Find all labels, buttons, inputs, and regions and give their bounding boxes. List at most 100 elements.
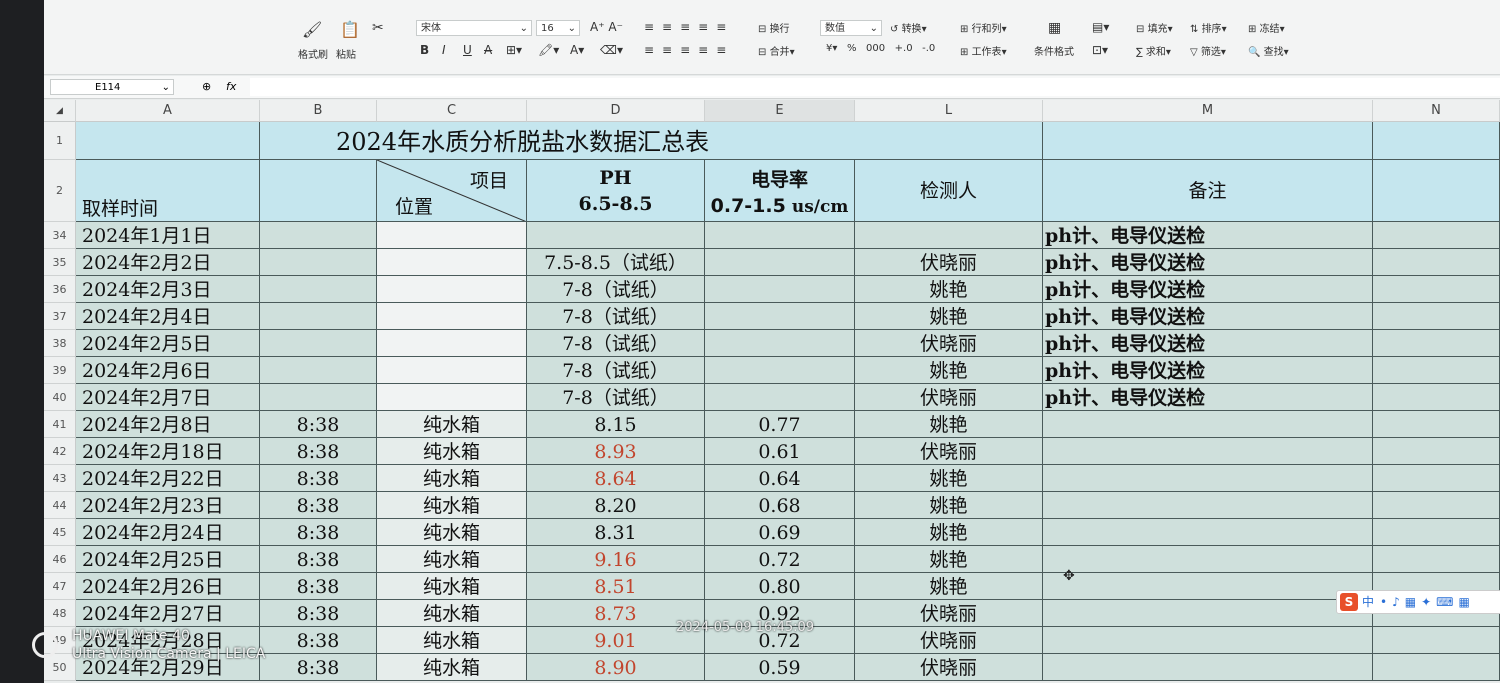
cell-time[interactable]: 8:38 (260, 519, 377, 546)
column-header-n[interactable]: N (1373, 100, 1500, 122)
cell-loc[interactable] (377, 222, 527, 249)
cell-loc[interactable]: 纯水箱 (377, 411, 527, 438)
cell-cond[interactable]: 0.61 (705, 438, 855, 465)
cond-format-icon[interactable]: ▦ (1048, 20, 1061, 36)
row-header[interactable]: 35 (44, 249, 76, 276)
cell-date[interactable]: 2024年2月6日 (76, 357, 260, 384)
cell-loc[interactable] (377, 276, 527, 303)
cell-ph[interactable]: 7-8（试纸） (527, 330, 705, 357)
row-header[interactable]: 37 (44, 303, 76, 330)
cell-ph[interactable] (527, 222, 705, 249)
filter-button[interactable]: ▽ 筛选▾ (1190, 43, 1226, 58)
row-header[interactable]: 41 (44, 411, 76, 438)
cell-loc[interactable]: 纯水箱 (377, 546, 527, 573)
font-name-select[interactable]: 宋体 ⌄ (416, 20, 532, 36)
merge-button[interactable]: ⊟ 合并▾ (758, 43, 795, 58)
column-header-b[interactable]: B (260, 100, 377, 122)
cell-remark[interactable]: ph计、电导仪送检 (1043, 222, 1373, 249)
cell-loc[interactable]: 纯水箱 (377, 573, 527, 600)
row-header[interactable]: 42 (44, 438, 76, 465)
cell-ph[interactable]: 7-8（试纸） (527, 303, 705, 330)
clear-format-icon[interactable]: ⌫▾ (600, 43, 623, 57)
header-sample-time[interactable]: 取样时间 (76, 160, 260, 222)
cell-person[interactable]: 伏晓丽 (855, 249, 1043, 276)
cell-person[interactable]: 伏晓丽 (855, 600, 1043, 627)
cell-remark[interactable] (1043, 438, 1373, 465)
cell-date[interactable]: 2024年2月7日 (76, 384, 260, 411)
cell-ph[interactable]: 9.16 (527, 546, 705, 573)
cell-date[interactable]: 2024年2月25日 (76, 546, 260, 573)
vertical-align-icons[interactable]: ≡≡≡≡≡ (644, 20, 734, 34)
column-header-m[interactable]: M (1043, 100, 1373, 122)
column-header-c[interactable]: C (377, 100, 527, 122)
border-icon[interactable]: ⊞▾ (506, 43, 522, 57)
cell-empty[interactable] (1373, 249, 1500, 276)
cell-empty[interactable] (1373, 357, 1500, 384)
cell-ph[interactable]: 8.64 (527, 465, 705, 492)
cell-ph[interactable]: 8.20 (527, 492, 705, 519)
cell-ph[interactable]: 8.51 (527, 573, 705, 600)
cell-time[interactable] (260, 222, 377, 249)
cut-icon[interactable]: ✂ (372, 20, 384, 36)
cell-ph[interactable]: 8.93 (527, 438, 705, 465)
column-header-l[interactable]: L (855, 100, 1043, 122)
font-grow-icon[interactable]: A⁺ A⁻ (590, 20, 623, 34)
cell-empty[interactable] (1373, 519, 1500, 546)
cell-person[interactable]: 伏晓丽 (855, 438, 1043, 465)
cell-empty[interactable] (1373, 627, 1500, 654)
cell-cond[interactable]: 0.64 (705, 465, 855, 492)
cell-empty[interactable] (1373, 654, 1500, 681)
convert-button[interactable]: ↺ 转换▾ (890, 20, 927, 35)
cell-time[interactable] (260, 249, 377, 276)
cell-remark[interactable] (1043, 573, 1373, 600)
underline-icon[interactable]: U (463, 43, 472, 57)
rows-cols-button[interactable]: ⊞ 行和列▾ (960, 20, 1007, 35)
cell-date[interactable]: 2024年2月3日 (76, 276, 260, 303)
cell-loc[interactable] (377, 303, 527, 330)
number-symbols[interactable]: ¥▾ % 000 +.0 -.0 (826, 43, 935, 54)
cell-person[interactable]: 姚艳 (855, 519, 1043, 546)
cell-loc[interactable]: 纯水箱 (377, 654, 527, 681)
horizontal-align-icons[interactable]: ≡≡≡≡≡ (644, 43, 734, 57)
row-header[interactable]: 34 (44, 222, 76, 249)
cell-loc[interactable]: 纯水箱 (377, 465, 527, 492)
cell-cond[interactable] (705, 330, 855, 357)
fx-icon[interactable]: fx (226, 80, 236, 93)
row-header[interactable]: 44 (44, 492, 76, 519)
cell-remark[interactable]: ph计、电导仪送检 (1043, 249, 1373, 276)
cell-person[interactable]: 姚艳 (855, 465, 1043, 492)
cell-person[interactable]: 姚艳 (855, 546, 1043, 573)
cell-n2[interactable] (1373, 160, 1500, 222)
cell-date[interactable]: 2024年2月23日 (76, 492, 260, 519)
cell-cond[interactable] (705, 276, 855, 303)
header-item-location[interactable]: 项目 位置 (377, 160, 527, 222)
cell-cond[interactable]: 0.68 (705, 492, 855, 519)
header-inspector[interactable]: 检测人 (855, 160, 1043, 222)
cell-empty[interactable] (1373, 438, 1500, 465)
cell-remark[interactable] (1043, 411, 1373, 438)
cell-remark[interactable] (1043, 492, 1373, 519)
cell-loc[interactable]: 纯水箱 (377, 519, 527, 546)
row-header[interactable]: 36 (44, 276, 76, 303)
freeze-button[interactable]: ⊞ 冻结▾ (1248, 20, 1285, 35)
font-size-select[interactable]: 16 ⌄ (536, 20, 580, 36)
ime-toolbar[interactable]: S 中 •♪▦✦⌨▦ (1336, 590, 1500, 614)
cell-cond[interactable]: 0.80 (705, 573, 855, 600)
cell-time[interactable]: 8:38 (260, 600, 377, 627)
cell-loc[interactable]: 纯水箱 (377, 438, 527, 465)
cell-person[interactable]: 姚艳 (855, 492, 1043, 519)
cell-remark[interactable] (1043, 600, 1373, 627)
cell-empty[interactable] (1373, 492, 1500, 519)
cell-empty[interactable] (1373, 546, 1500, 573)
cell-n1[interactable] (1373, 122, 1500, 160)
cell-person[interactable]: 姚艳 (855, 276, 1043, 303)
select-all-corner[interactable]: ◢ (44, 100, 76, 122)
cell-cond[interactable] (705, 303, 855, 330)
row-header[interactable]: 47 (44, 573, 76, 600)
cell-ph[interactable]: 7-8（试纸） (527, 357, 705, 384)
cell-empty[interactable] (1373, 330, 1500, 357)
wrap-text-button[interactable]: ⊟ 换行 (758, 20, 790, 35)
cell-person[interactable] (855, 222, 1043, 249)
row-header[interactable]: 46 (44, 546, 76, 573)
cell-remark[interactable] (1043, 546, 1373, 573)
